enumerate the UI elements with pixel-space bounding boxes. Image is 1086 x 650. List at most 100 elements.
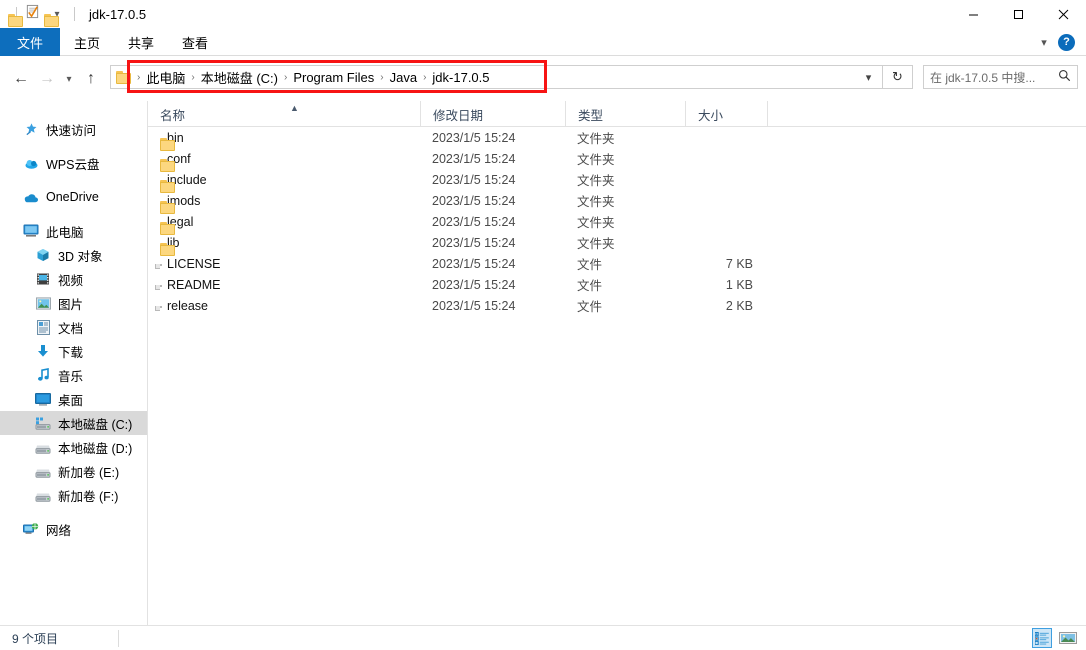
file-explorer-window: ▾ jdk-17.0.5 文件 主页 共享 查看 ▾ ? ← → ▾ ↑ › 此… xyxy=(0,0,1086,650)
file-size: 2 KB xyxy=(725,298,753,313)
tab-home[interactable]: 主页 xyxy=(60,28,114,56)
sidebar-item-volume-e[interactable]: 新加卷 (E:) xyxy=(0,459,147,483)
file-name-cell: legal xyxy=(148,215,420,235)
divider xyxy=(74,7,75,21)
address-history-dropdown[interactable]: ▾ xyxy=(855,65,883,89)
refresh-button[interactable]: ↻ xyxy=(883,65,913,89)
quick-access-toolbar: ▾ jdk-17.0.5 xyxy=(0,0,146,29)
this-pc-icon xyxy=(22,223,40,239)
table-row[interactable]: lib 2023/1/5 15:24 文件夹 xyxy=(148,232,1086,256)
sidebar-item-label: 新加卷 (E:) xyxy=(58,465,120,480)
sidebar-item-downloads[interactable]: 下载 xyxy=(0,339,147,363)
file-name-cell: release xyxy=(148,299,420,313)
cloud-icon xyxy=(22,155,40,171)
3d-objects-icon xyxy=(34,247,52,263)
minimize-button[interactable] xyxy=(951,0,996,28)
file-date: 2023/1/5 15:24 xyxy=(432,256,516,271)
sidebar-item-desktop[interactable]: 桌面 xyxy=(0,387,147,411)
sidebar-item-local-disk-c[interactable]: 本地磁盘 (C:) xyxy=(0,411,147,435)
sidebar-item-documents[interactable]: 文档 xyxy=(0,315,147,339)
sidebar-item-label: 音乐 xyxy=(58,369,84,384)
column-header-type[interactable]: 类型 xyxy=(565,101,685,127)
sidebar-item-videos[interactable]: 视频 xyxy=(0,267,147,291)
file-name-cell: lib xyxy=(148,236,420,256)
file-type: 文件 xyxy=(577,258,603,272)
file-type: 文件夹 xyxy=(577,237,615,251)
breadcrumb-item-java[interactable]: Java xyxy=(385,70,422,85)
sidebar-item-pictures[interactable]: 图片 xyxy=(0,291,147,315)
sidebar-item-label: 图片 xyxy=(58,297,84,312)
drive-icon xyxy=(34,487,52,503)
sidebar-item-label: 本地磁盘 (D:) xyxy=(58,441,133,456)
sidebar-item-music[interactable]: 音乐 xyxy=(0,363,147,387)
sidebar-item-label: 下载 xyxy=(58,345,84,360)
pictures-icon xyxy=(34,295,52,311)
file-date: 2023/1/5 15:24 xyxy=(432,193,516,208)
sidebar-item-onedrive[interactable]: OneDrive xyxy=(0,185,147,209)
file-type: 文件夹 xyxy=(577,174,615,188)
sidebar-item-local-disk-d[interactable]: 本地磁盘 (D:) xyxy=(0,435,147,459)
search-box[interactable]: 在 jdk-17.0.5 中搜... xyxy=(923,65,1078,89)
table-row[interactable]: README 2023/1/5 15:24 文件 1 KB xyxy=(148,274,1086,295)
close-button[interactable] xyxy=(1041,0,1086,28)
file-type: 文件夹 xyxy=(577,132,615,146)
file-size: 7 KB xyxy=(725,256,753,271)
sidebar-item-label: 此电脑 xyxy=(46,225,84,240)
table-row[interactable]: legal 2023/1/5 15:24 文件夹 xyxy=(148,211,1086,235)
file-type: 文件 xyxy=(577,279,603,293)
sidebar-item-quick-access[interactable]: 快速访问 xyxy=(0,117,147,141)
file-name: README xyxy=(167,277,221,292)
status-bar: 9 个项目 xyxy=(0,625,1086,650)
table-row[interactable]: LICENSE 2023/1/5 15:24 文件 7 KB xyxy=(148,253,1086,274)
breadcrumb-item-this-pc[interactable]: 此电脑 xyxy=(141,68,190,87)
breadcrumb-item-program-files[interactable]: Program Files xyxy=(288,70,379,85)
search-icon[interactable] xyxy=(1058,69,1071,85)
sidebar-item-network[interactable]: 网络 xyxy=(0,517,147,541)
tab-file[interactable]: 文件 xyxy=(0,28,61,56)
recent-locations-button[interactable]: ▾ xyxy=(60,64,78,94)
videos-icon xyxy=(34,271,52,287)
details-view-button[interactable] xyxy=(1032,628,1052,648)
column-header-name[interactable]: 名称 xyxy=(148,101,420,127)
sidebar-item-wps-cloud[interactable]: WPS云盘 xyxy=(0,151,147,175)
properties-checkmark-icon[interactable] xyxy=(25,4,40,24)
sidebar-item-label: 桌面 xyxy=(58,393,84,408)
table-row[interactable]: bin 2023/1/5 15:24 文件夹 xyxy=(148,127,1086,151)
sidebar-item-volume-f[interactable]: 新加卷 (F:) xyxy=(0,483,147,507)
table-row[interactable]: jmods 2023/1/5 15:24 文件夹 xyxy=(148,190,1086,214)
breadcrumb-item-local-disk-c[interactable]: 本地磁盘 (C:) xyxy=(196,68,283,87)
file-name-cell: LICENSE xyxy=(148,257,420,271)
file-date: 2023/1/5 15:24 xyxy=(432,130,516,145)
sidebar-item-label: OneDrive xyxy=(46,190,99,204)
current-folder-icon xyxy=(116,70,132,84)
breadcrumb-item-jdk[interactable]: jdk-17.0.5 xyxy=(427,70,494,85)
forward-button[interactable]: → xyxy=(34,64,60,94)
window-title: jdk-17.0.5 xyxy=(89,6,147,22)
sidebar-item-label: 视频 xyxy=(58,273,84,288)
table-row[interactable]: release 2023/1/5 15:24 文件 2 KB xyxy=(148,295,1086,316)
tab-view[interactable]: 查看 xyxy=(168,28,222,56)
title-bar: ▾ jdk-17.0.5 xyxy=(0,0,1086,28)
chevron-down-icon[interactable]: ▾ xyxy=(1036,34,1052,50)
address-path-field[interactable]: › 此电脑 › 本地磁盘 (C:) › Program Files › Java… xyxy=(110,65,870,89)
file-date: 2023/1/5 15:24 xyxy=(432,214,516,229)
column-header-date-modified[interactable]: 修改日期 xyxy=(420,101,565,127)
onedrive-cloud-icon xyxy=(22,189,40,205)
search-input[interactable]: 在 jdk-17.0.5 中搜... xyxy=(930,69,1058,86)
sidebar-item-this-pc[interactable]: 此电脑 xyxy=(0,219,147,243)
table-row[interactable]: conf 2023/1/5 15:24 文件夹 xyxy=(148,148,1086,172)
sidebar-item-3d-objects[interactable]: 3D 对象 xyxy=(0,243,147,267)
sidebar-item-label: 网络 xyxy=(46,523,72,538)
sidebar-item-label: WPS云盘 xyxy=(46,157,100,172)
maximize-button[interactable] xyxy=(996,0,1041,28)
file-list: bin 2023/1/5 15:24 文件夹 conf 2023/1/5 15:… xyxy=(148,127,1086,625)
large-icons-view-button[interactable] xyxy=(1058,628,1078,648)
column-header-size[interactable]: 大小 xyxy=(685,101,767,127)
window-controls xyxy=(951,0,1086,28)
downloads-icon xyxy=(34,343,52,359)
up-button[interactable]: ↑ xyxy=(78,64,104,94)
tab-share[interactable]: 共享 xyxy=(114,28,168,56)
help-icon[interactable]: ? xyxy=(1058,33,1075,51)
table-row[interactable]: include 2023/1/5 15:24 文件夹 xyxy=(148,169,1086,193)
back-button[interactable]: ← xyxy=(8,64,34,94)
